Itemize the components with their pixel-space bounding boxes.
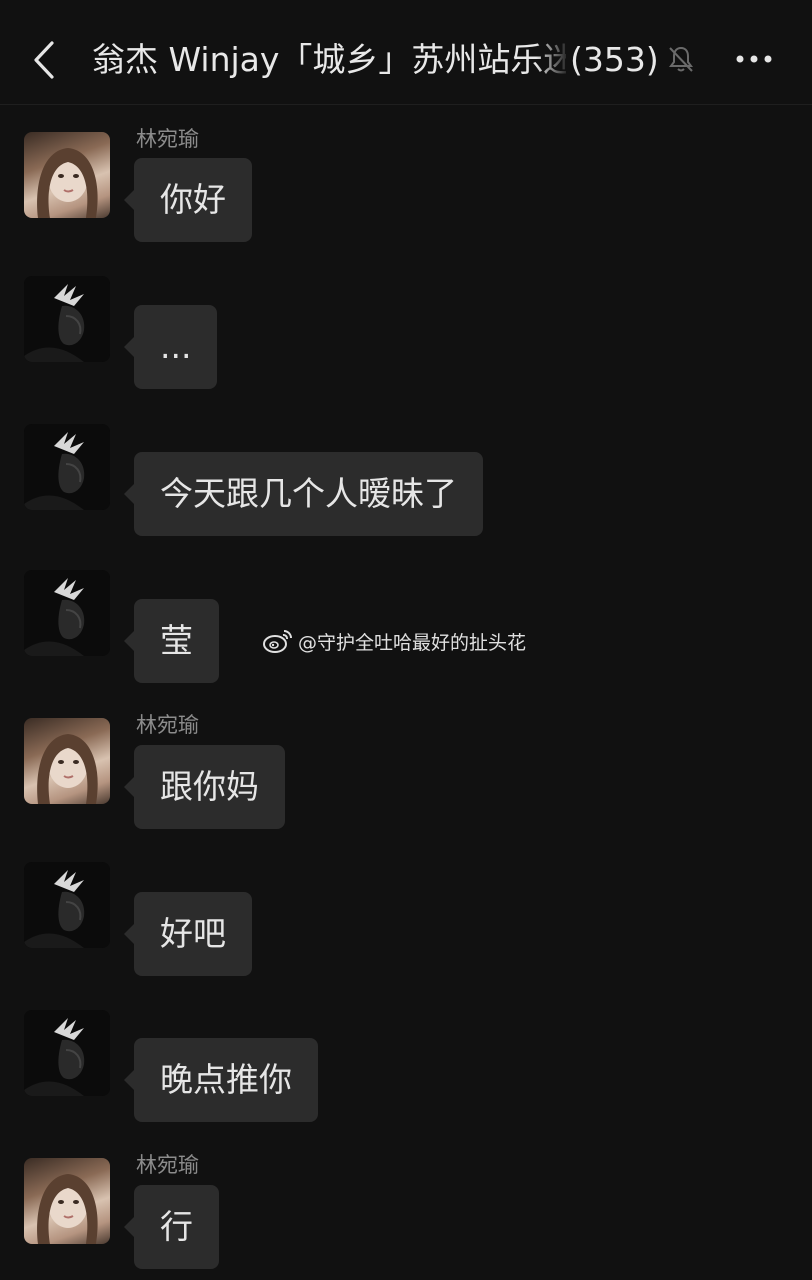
sender-name: 林宛瑜 — [136, 127, 199, 151]
girl-avatar[interactable] — [24, 718, 110, 804]
guy-portrait-icon — [24, 1010, 110, 1096]
bell-muted-icon — [669, 46, 693, 72]
guy-portrait-icon — [24, 570, 110, 656]
guy-avatar[interactable] — [24, 862, 110, 948]
message-bubble[interactable]: 好吧 — [124, 892, 252, 976]
girl-portrait-icon — [37, 148, 98, 218]
girl-portrait-icon — [37, 1174, 98, 1244]
chevron-left-icon[interactable] — [28, 38, 62, 82]
guy-portrait-icon — [24, 862, 110, 948]
weibo-icon — [263, 630, 292, 653]
girl-avatar[interactable] — [24, 1158, 110, 1244]
message-bubble[interactable]: ... — [123, 305, 218, 389]
guy-portrait-icon — [24, 424, 110, 510]
girl-portrait-icon — [37, 734, 98, 804]
message-row: 林宛瑜 跟你妈 — [0, 712, 812, 832]
message-row: 莹 — [0, 566, 812, 686]
message-row: 晚点推你 — [0, 1006, 812, 1126]
guy-avatar[interactable] — [24, 570, 110, 656]
message-bubble[interactable]: 今天跟几个人暧昧了 — [124, 452, 483, 536]
message-row: ... — [0, 272, 812, 392]
guy-avatar[interactable] — [24, 1010, 110, 1096]
guy-avatar[interactable] — [24, 424, 110, 510]
sender-name: 林宛瑜 — [136, 713, 199, 737]
title-fade — [536, 36, 570, 84]
message-row: 林宛瑜 行 — [0, 1152, 812, 1272]
more-horizontal-icon[interactable] — [734, 46, 774, 72]
message-row: 好吧 — [0, 858, 812, 978]
watermark-text: @守护全吐哈最好的扯头花 — [298, 631, 527, 654]
girl-avatar[interactable] — [24, 132, 110, 218]
watermark: @守护全吐哈最好的扯头花 — [262, 627, 526, 655]
message-bubble[interactable]: 晚点推你 — [124, 1038, 318, 1122]
member-count: (353) — [570, 40, 659, 79]
chat-title: 翁杰 Winjay「城乡」苏州站乐迷 — [92, 40, 566, 79]
message-row: 今天跟几个人暧昧了 — [0, 420, 812, 540]
message-bubble[interactable]: 行 — [124, 1185, 219, 1269]
sender-name: 林宛瑜 — [136, 1153, 199, 1177]
chat-header: 翁杰 Winjay「城乡」苏州站乐迷 (353) — [0, 0, 812, 105]
message-bubble[interactable]: 你好 — [124, 158, 252, 242]
message-row: 林宛瑜 你好 — [0, 126, 812, 246]
message-bubble[interactable]: 跟你妈 — [124, 745, 285, 829]
guy-portrait-icon — [24, 276, 110, 362]
message-bubble[interactable]: 莹 — [124, 599, 219, 683]
guy-avatar[interactable] — [24, 276, 110, 362]
